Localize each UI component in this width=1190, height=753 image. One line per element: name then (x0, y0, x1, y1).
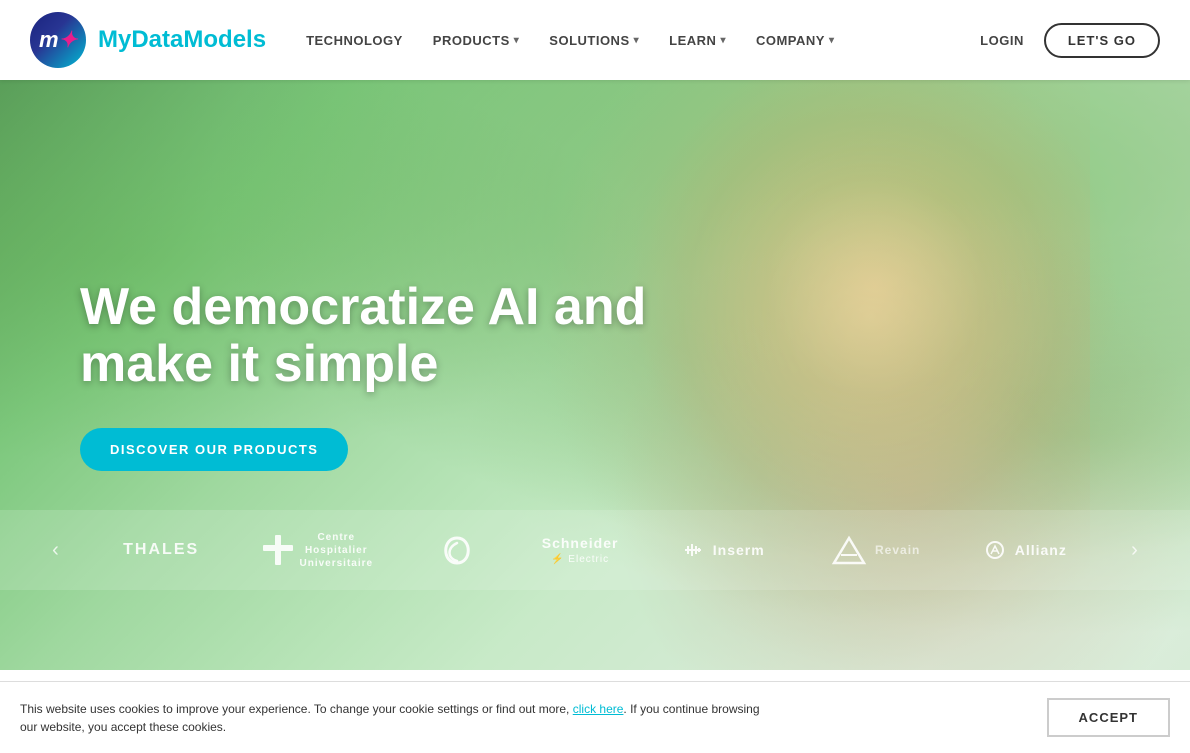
chevron-down-icon: ▾ (514, 35, 520, 46)
cookie-banner: This website uses cookies to improve you… (0, 681, 1190, 753)
thales-logo: THALES (123, 541, 199, 559)
discover-products-button[interactable]: DISCOVER OUR PRODUCTS (80, 428, 348, 471)
lets-go-button[interactable]: LET'S GO (1044, 23, 1160, 58)
accept-cookies-button[interactable]: ACCEPT (1047, 698, 1170, 737)
main-nav: TECHNOLOGY PRODUCTS ▾ SOLUTIONS ▾ LEARN … (306, 33, 980, 48)
logos-bar: ‹ THALES CentreHospitalierUniversitaire … (0, 510, 1190, 590)
carousel-next-button[interactable]: › (1131, 539, 1138, 562)
logo-area[interactable]: m✦ MyDataModels (30, 12, 266, 68)
chevron-down-icon: ▾ (829, 35, 835, 46)
carousel-prev-button[interactable]: ‹ (52, 539, 59, 562)
nav-products[interactable]: PRODUCTS ▾ (433, 33, 519, 48)
header-right: LOGIN LET'S GO (980, 23, 1160, 58)
chevron-down-icon: ▾ (634, 35, 640, 46)
main-header: m✦ MyDataModels TECHNOLOGY PRODUCTS ▾ SO… (0, 0, 1190, 80)
inserm-icon (683, 540, 703, 560)
inserm-logo: Inserm (683, 540, 765, 560)
nav-solutions[interactable]: SOLUTIONS ▾ (549, 33, 639, 48)
nav-company[interactable]: COMPANY ▾ (756, 33, 835, 48)
logo-letter: m✦ (39, 27, 77, 53)
revain-icon (829, 533, 869, 568)
schneider-logo: Schneider ⚡ Electric (542, 534, 619, 565)
hero-title: We democratize AI and make it simple (80, 279, 650, 393)
nav-learn[interactable]: LEARN ▾ (669, 33, 726, 48)
nav-technology[interactable]: TECHNOLOGY (306, 33, 403, 48)
allianz-icon (985, 540, 1005, 560)
hero-content: We democratize AI and make it simple DIS… (0, 279, 650, 471)
cookie-link[interactable]: click here (573, 702, 624, 716)
chu-icon (263, 535, 293, 565)
hero-section: We democratize AI and make it simple DIS… (0, 80, 1190, 670)
allianz-logo: Allianz (985, 540, 1067, 560)
swoosh-icon (437, 533, 477, 568)
logo-icon: m✦ (30, 12, 86, 68)
other-logo (437, 533, 477, 568)
login-button[interactable]: LOGIN (980, 33, 1024, 48)
chu-logo: CentreHospitalierUniversitaire (263, 531, 373, 570)
logo-text: MyDataModels (98, 26, 266, 54)
cookie-text: This website uses cookies to improve you… (20, 700, 770, 736)
chevron-down-icon: ▾ (720, 35, 726, 46)
revain-logo: Revain (829, 533, 920, 568)
